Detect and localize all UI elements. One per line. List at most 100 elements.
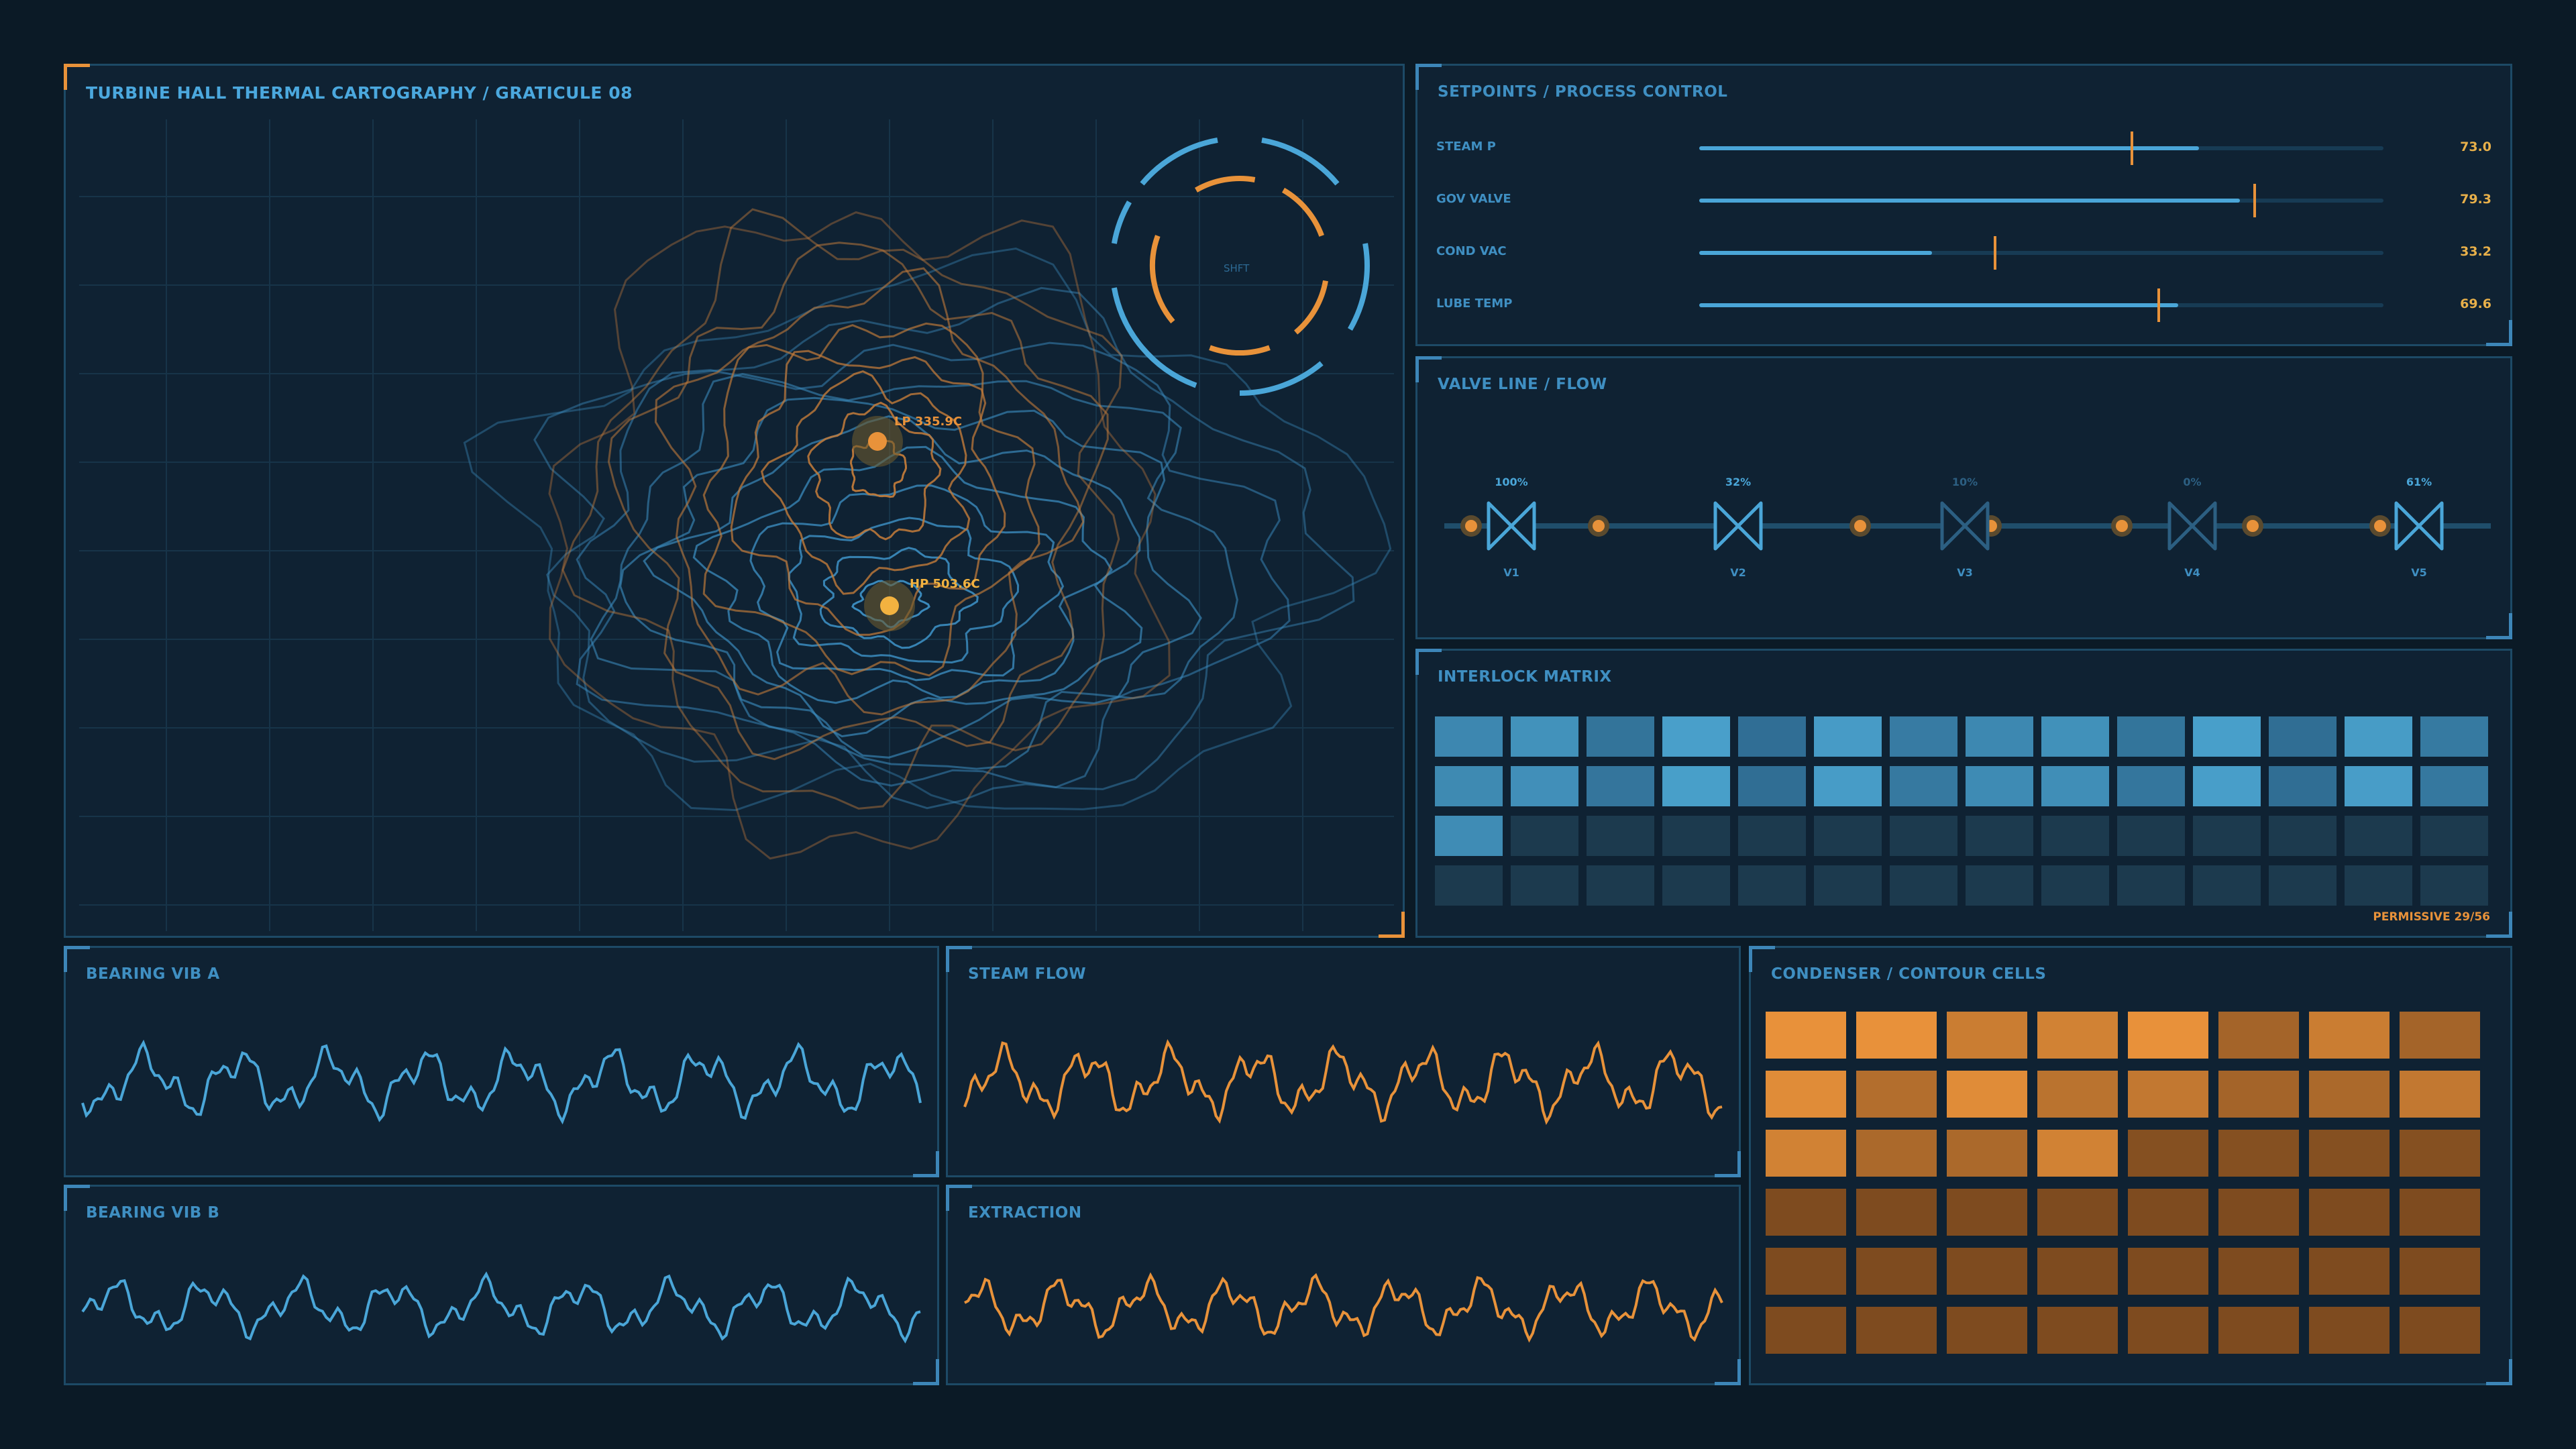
condenser-cell[interactable] bbox=[2309, 1130, 2390, 1177]
setpoint-slider[interactable] bbox=[1699, 131, 2383, 165]
condenser-cell[interactable] bbox=[2218, 1307, 2299, 1354]
interlock-cell[interactable] bbox=[2420, 865, 2488, 906]
interlock-cell[interactable] bbox=[1511, 816, 1578, 856]
interlock-cell[interactable] bbox=[1662, 716, 1730, 757]
setpoint-marker[interactable] bbox=[2157, 288, 2161, 322]
interlock-cell[interactable] bbox=[1814, 865, 1882, 906]
interlock-cell[interactable] bbox=[1587, 816, 1654, 856]
interlock-cell[interactable] bbox=[2345, 865, 2412, 906]
condenser-cell[interactable] bbox=[2128, 1189, 2208, 1236]
setpoint-slider[interactable] bbox=[1699, 288, 2383, 322]
interlock-cell[interactable] bbox=[1966, 766, 2033, 806]
condenser-cell[interactable] bbox=[2309, 1248, 2390, 1295]
condenser-cell[interactable] bbox=[1947, 1071, 2027, 1118]
interlock-cell[interactable] bbox=[1890, 865, 1957, 906]
condenser-cell[interactable] bbox=[1856, 1012, 1937, 1059]
interlock-cell[interactable] bbox=[1966, 865, 2033, 906]
condenser-cell[interactable] bbox=[1856, 1071, 1937, 1118]
interlock-cell[interactable] bbox=[2193, 716, 2261, 757]
interlock-cell[interactable] bbox=[2117, 865, 2185, 906]
interlock-cell[interactable] bbox=[2269, 766, 2337, 806]
condenser-cell[interactable] bbox=[2037, 1130, 2118, 1177]
setpoint-slider[interactable] bbox=[1699, 236, 2383, 270]
condenser-cell[interactable] bbox=[2400, 1307, 2480, 1354]
interlock-cell[interactable] bbox=[2041, 716, 2109, 757]
interlock-cell[interactable] bbox=[1738, 865, 1806, 906]
condenser-cell[interactable] bbox=[2218, 1189, 2299, 1236]
condenser-cell[interactable] bbox=[2218, 1071, 2299, 1118]
interlock-cell[interactable] bbox=[2420, 816, 2488, 856]
interlock-cell[interactable] bbox=[2420, 766, 2488, 806]
interlock-cell[interactable] bbox=[1511, 766, 1578, 806]
interlock-cell[interactable] bbox=[2345, 716, 2412, 757]
condenser-cell[interactable] bbox=[1766, 1189, 1846, 1236]
condenser-cell[interactable] bbox=[1856, 1130, 1937, 1177]
interlock-cell[interactable] bbox=[1662, 766, 1730, 806]
condenser-cell[interactable] bbox=[2400, 1189, 2480, 1236]
interlock-cell[interactable] bbox=[2041, 816, 2109, 856]
condenser-cell[interactable] bbox=[2128, 1130, 2208, 1177]
interlock-cell[interactable] bbox=[2193, 766, 2261, 806]
condenser-cell[interactable] bbox=[2218, 1248, 2299, 1295]
interlock-cell[interactable] bbox=[2193, 865, 2261, 906]
condenser-cell[interactable] bbox=[2128, 1012, 2208, 1059]
interlock-cell[interactable] bbox=[1587, 716, 1654, 757]
interlock-cell[interactable] bbox=[2345, 816, 2412, 856]
condenser-cell[interactable] bbox=[1766, 1130, 1846, 1177]
condenser-cell[interactable] bbox=[1766, 1307, 1846, 1354]
interlock-cell[interactable] bbox=[2041, 865, 2109, 906]
interlock-cell[interactable] bbox=[1890, 766, 1957, 806]
condenser-cell[interactable] bbox=[2037, 1307, 2118, 1354]
condenser-cell[interactable] bbox=[1947, 1307, 2027, 1354]
interlock-cell[interactable] bbox=[2269, 816, 2337, 856]
interlock-cell[interactable] bbox=[1662, 816, 1730, 856]
interlock-cell[interactable] bbox=[2420, 716, 2488, 757]
condenser-cell[interactable] bbox=[2400, 1248, 2480, 1295]
interlock-cell[interactable] bbox=[1966, 716, 2033, 757]
interlock-cell[interactable] bbox=[1587, 865, 1654, 906]
interlock-cell[interactable] bbox=[1435, 766, 1503, 806]
interlock-cell[interactable] bbox=[2041, 766, 2109, 806]
condenser-cell[interactable] bbox=[2037, 1071, 2118, 1118]
interlock-cell[interactable] bbox=[1738, 716, 1806, 757]
interlock-cell[interactable] bbox=[1435, 716, 1503, 757]
condenser-cell[interactable] bbox=[2309, 1012, 2390, 1059]
condenser-cell[interactable] bbox=[1766, 1071, 1846, 1118]
interlock-cell[interactable] bbox=[2269, 865, 2337, 906]
condenser-cell[interactable] bbox=[1947, 1248, 2027, 1295]
condenser-cell[interactable] bbox=[2037, 1189, 2118, 1236]
interlock-cell[interactable] bbox=[1435, 816, 1503, 856]
condenser-cell[interactable] bbox=[1947, 1189, 2027, 1236]
condenser-cell[interactable] bbox=[2218, 1012, 2299, 1059]
interlock-cell[interactable] bbox=[1662, 865, 1730, 906]
condenser-cell[interactable] bbox=[2400, 1130, 2480, 1177]
interlock-cell[interactable] bbox=[2345, 766, 2412, 806]
interlock-cell[interactable] bbox=[1814, 716, 1882, 757]
interlock-cell[interactable] bbox=[1966, 816, 2033, 856]
interlock-cell[interactable] bbox=[1738, 766, 1806, 806]
interlock-cell[interactable] bbox=[2117, 716, 2185, 757]
thermal-contour-map[interactable] bbox=[66, 66, 1403, 936]
setpoint-marker[interactable] bbox=[2253, 184, 2257, 217]
condenser-cell[interactable] bbox=[2309, 1189, 2390, 1236]
condenser-cell[interactable] bbox=[2037, 1012, 2118, 1059]
interlock-cell[interactable] bbox=[2117, 816, 2185, 856]
condenser-cell[interactable] bbox=[2400, 1012, 2480, 1059]
interlock-cell[interactable] bbox=[2117, 766, 2185, 806]
condenser-cell[interactable] bbox=[1947, 1012, 2027, 1059]
condenser-cell[interactable] bbox=[1766, 1012, 1846, 1059]
condenser-cell[interactable] bbox=[2128, 1071, 2208, 1118]
interlock-cell[interactable] bbox=[1814, 766, 1882, 806]
condenser-cell[interactable] bbox=[1856, 1248, 1937, 1295]
setpoint-marker[interactable] bbox=[1993, 236, 1996, 270]
setpoint-slider[interactable] bbox=[1699, 184, 2383, 217]
interlock-cell[interactable] bbox=[2269, 716, 2337, 757]
condenser-cell[interactable] bbox=[1856, 1189, 1937, 1236]
condenser-cell[interactable] bbox=[1947, 1130, 2027, 1177]
interlock-cell[interactable] bbox=[1738, 816, 1806, 856]
condenser-cell[interactable] bbox=[2400, 1071, 2480, 1118]
interlock-cell[interactable] bbox=[1890, 716, 1957, 757]
condenser-cell[interactable] bbox=[2309, 1071, 2390, 1118]
interlock-cell[interactable] bbox=[1511, 865, 1578, 906]
condenser-cell[interactable] bbox=[2218, 1130, 2299, 1177]
